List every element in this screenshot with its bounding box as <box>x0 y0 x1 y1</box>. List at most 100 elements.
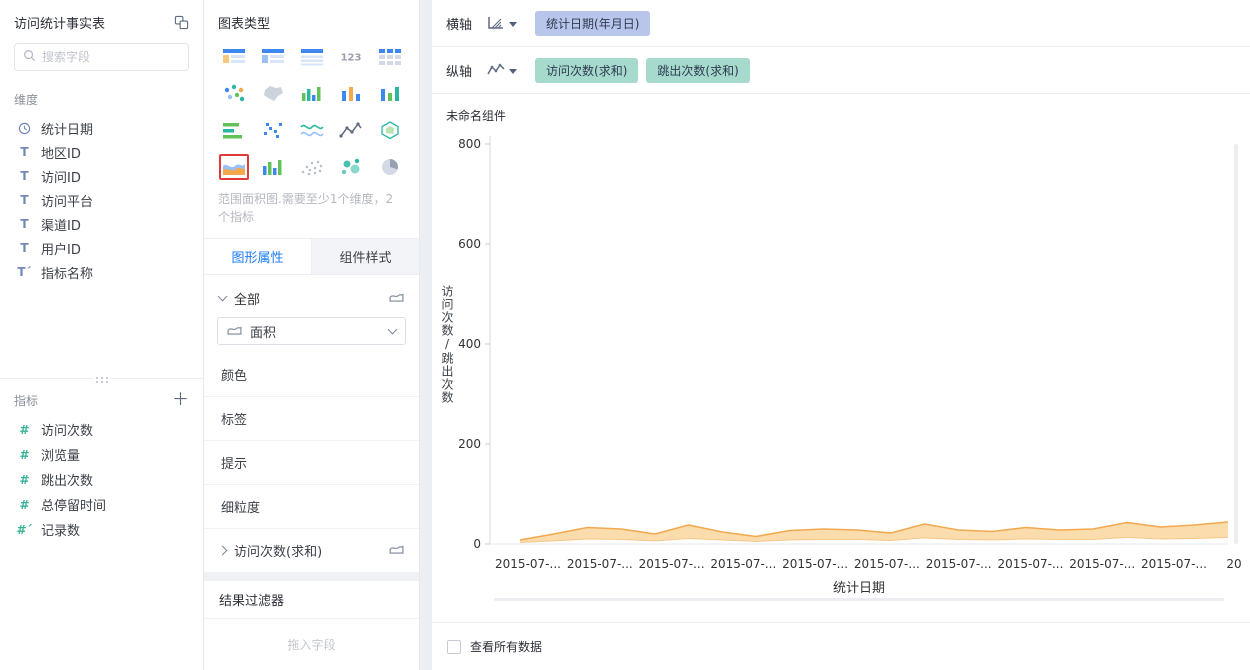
axis-icon <box>488 17 504 29</box>
chart-type-range-area[interactable] <box>218 154 249 180</box>
chevron-down-icon <box>217 291 228 302</box>
chart-type-bar-stacked[interactable] <box>219 117 249 143</box>
dimension-item[interactable]: T 地区ID <box>0 140 203 164</box>
chart-type-color-scatter[interactable] <box>219 80 249 106</box>
x-axis-field-pill[interactable]: 统计日期(年月日) <box>535 10 651 36</box>
field-label: 指标名称 <box>41 266 94 282</box>
chart-type-bubble[interactable] <box>336 154 366 180</box>
scatter-icon <box>301 160 322 176</box>
metric-item[interactable]: # 总停留时间 <box>0 492 203 517</box>
chart-type-line[interactable] <box>336 117 366 143</box>
chart-type-curve[interactable] <box>297 117 327 143</box>
x-axis-type-dropdown[interactable] <box>486 15 518 31</box>
series-visit-count-row[interactable]: 访问次数(求和) <box>204 529 419 573</box>
chart-type-multi-series-column[interactable] <box>297 80 327 106</box>
detail-table-icon <box>300 49 323 66</box>
filter-drop-zone[interactable]: 拖入字段 <box>204 619 419 670</box>
metric-item[interactable]: # 浏览量 <box>0 442 203 467</box>
svg-text:2015-07-...: 2015-07-... <box>926 557 992 571</box>
chart-type-scatter[interactable] <box>297 154 327 180</box>
property-label[interactable]: 标签 <box>204 397 419 441</box>
color-scatter-icon <box>224 84 244 102</box>
add-metric-button[interactable]: ＋ <box>172 392 189 409</box>
field-label: 统计日期 <box>41 122 94 138</box>
search-icon <box>23 49 36 66</box>
cross-table-icon <box>261 49 284 63</box>
component-title: 未命名组件 <box>446 109 507 123</box>
range-area-chart[interactable]: 0 200 400 600 800 2015-07-... 2015-07-... 2015-… <box>456 126 1248 603</box>
chart-type-radar[interactable] <box>375 117 405 143</box>
chart-type-point-square[interactable] <box>258 117 288 143</box>
text-field-icon: T <box>20 169 29 183</box>
search-box[interactable] <box>14 43 189 71</box>
tab-graph-properties[interactable]: 图形属性 <box>204 239 311 274</box>
view-all-data-checkbox[interactable] <box>447 639 461 654</box>
y-axis-shelf: 纵轴 访问次数(求和) 跳出次数(求和) <box>432 47 1250 94</box>
section-separator <box>204 573 419 581</box>
svg-text:2015-07-...: 2015-07-... <box>639 557 705 571</box>
chart-type-pivot-table[interactable] <box>375 43 405 69</box>
shape-type-select[interactable]: 面积 <box>217 317 406 345</box>
chart-type-map[interactable] <box>258 80 288 106</box>
chart-type-cross-table[interactable] <box>258 43 288 69</box>
property-color[interactable]: 颜色 <box>204 353 419 397</box>
field-label: 总停留时间 <box>41 499 107 514</box>
number-derived-field-icon: #ˊ <box>16 522 33 537</box>
chart-type-kpi-card[interactable]: 123 <box>336 43 366 69</box>
all-series-row[interactable]: 全部 <box>204 279 419 317</box>
all-label: 全部 <box>234 292 261 308</box>
y-axis-type-dropdown[interactable] <box>486 62 518 78</box>
pie-icon <box>381 159 398 175</box>
chart-type-detail-table[interactable] <box>297 43 327 69</box>
dimension-item[interactable]: 统计日期 <box>0 116 203 140</box>
number-field-icon: # <box>19 447 30 462</box>
svg-text:2015-07-...: 2015-07-... <box>567 557 633 571</box>
config-tabs: 图形属性 组件样式 <box>204 238 419 275</box>
chart-type-grouped-table[interactable] <box>219 43 249 69</box>
clock-icon <box>17 122 32 135</box>
number-field-icon: # <box>19 422 30 437</box>
series-row-label: 访问次数(求和) <box>234 545 323 560</box>
dimension-list: 统计日期 T 地区ID T 访问ID T 访问平台 T 渠道ID T 用户ID <box>0 116 203 284</box>
chart-type-column[interactable] <box>336 80 366 106</box>
bubble-icon <box>341 158 359 175</box>
field-panel: 访问统计事实表 维度 统计日期 T 地区ID T <box>0 0 204 670</box>
column-icon <box>341 87 360 101</box>
svg-text:2015-07-...: 2015-07-... <box>782 557 848 571</box>
dimension-item[interactable]: Tˊ 指标名称 <box>0 260 203 284</box>
text-field-icon: T <box>20 193 29 207</box>
metric-item[interactable]: #ˊ 记录数 <box>0 517 203 542</box>
switch-table-icon[interactable] <box>174 15 189 30</box>
dimensions-header: 维度 <box>14 93 39 107</box>
metric-item[interactable]: # 访问次数 <box>0 417 203 442</box>
map-icon <box>263 86 283 101</box>
chart-type-header: 图表类型 <box>218 17 271 32</box>
field-label: 访问次数 <box>41 424 94 439</box>
dimension-item[interactable]: T 访问平台 <box>0 188 203 212</box>
tab-component-style[interactable]: 组件样式 <box>311 239 419 274</box>
property-tooltip[interactable]: 提示 <box>204 441 419 485</box>
caret-down-icon <box>509 22 518 31</box>
canvas-panel: 横轴 统计日期(年月日) 纵轴 访问次数(求和) 跳出次数(求和) 未命名组件 … <box>432 0 1250 670</box>
metric-item[interactable]: # 跳出次数 <box>0 467 203 492</box>
curve-icon <box>299 124 324 137</box>
dimension-item[interactable]: T 用户ID <box>0 236 203 260</box>
svg-text:800: 800 <box>458 137 481 151</box>
y-axis-title: 访问次数/跳出次数 <box>440 284 454 404</box>
property-granularity[interactable]: 细粒度 <box>204 485 419 529</box>
dimension-item[interactable]: T 访问ID <box>0 164 203 188</box>
svg-text:2015-07-...: 2015-07-... <box>1069 557 1135 571</box>
chart-type-column-combo[interactable] <box>258 154 288 180</box>
y-axis-field-pill[interactable]: 跳出次数(求和) <box>646 57 750 83</box>
svg-text:600: 600 <box>458 237 481 251</box>
panel-resize-handle[interactable] <box>0 375 203 383</box>
canvas-footer: 查看所有数据 <box>432 622 1250 670</box>
search-input[interactable] <box>42 50 180 64</box>
field-label: 访问平台 <box>41 194 94 210</box>
dimension-item[interactable]: T 渠道ID <box>0 212 203 236</box>
result-filter-header: 结果过滤器 <box>204 581 419 619</box>
chart-type-column-2[interactable] <box>375 80 405 106</box>
chart-type-pie[interactable] <box>375 154 405 180</box>
y-axis-field-pill[interactable]: 访问次数(求和) <box>535 57 639 83</box>
svg-text:统计日期: 统计日期 <box>833 581 885 596</box>
